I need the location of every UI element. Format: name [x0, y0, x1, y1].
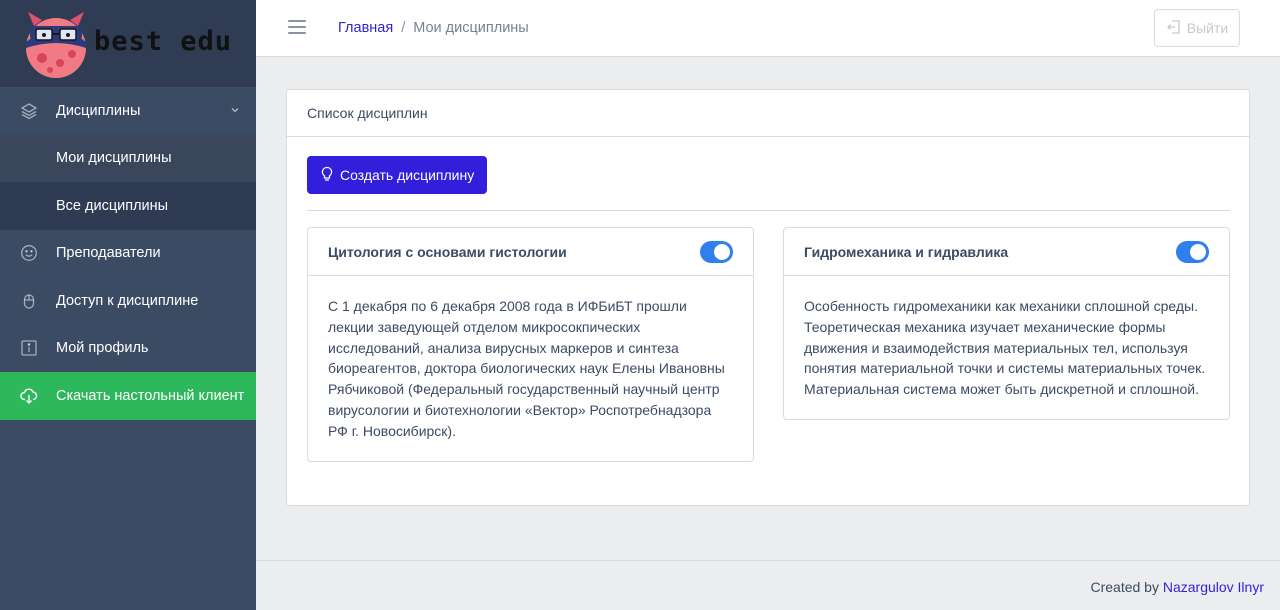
discipline-description: С 1 декабря по 6 декабря 2008 года в ИФБ…: [328, 298, 725, 439]
discipline-title: Цитология с основами гистологии: [308, 228, 753, 276]
sidebar-item-access[interactable]: Доступ к дисциплине: [0, 277, 256, 325]
cloud-download-icon: [20, 387, 38, 405]
sidebar-item-download-client[interactable]: Скачать настольный клиент: [0, 372, 256, 420]
logo-text: best edu: [94, 26, 233, 57]
sidebar-item-profile[interactable]: Мой профиль: [0, 325, 256, 373]
brand[interactable]: best edu: [0, 0, 256, 87]
logout-button[interactable]: Выйти: [1154, 9, 1240, 47]
logout-icon: [1166, 19, 1182, 38]
breadcrumb-current: Мои дисциплины: [413, 20, 529, 36]
discipline-enabled-toggle[interactable]: [1176, 241, 1209, 263]
discipline-card[interactable]: Гидромеханика и гидравлика Особенность г…: [783, 227, 1230, 420]
sidebar-item-label: Доступ к дисциплине: [56, 292, 199, 309]
lightbulb-icon: [320, 166, 334, 185]
breadcrumb: Главная / Мои дисциплины: [338, 20, 529, 36]
mascot-logo-icon: [26, 12, 86, 78]
sidebar-item-label: Мой профиль: [56, 340, 149, 357]
menu-toggle-icon[interactable]: [288, 20, 306, 34]
author-link[interactable]: Nazargulov Ilnyr: [1163, 579, 1264, 595]
sidebar-item-my-disciplines[interactable]: Мои дисциплины: [0, 134, 256, 182]
sidebar-item-label: Преподаватели: [56, 245, 161, 262]
footer-prefix: Created by: [1090, 579, 1159, 595]
disciplines-card: Список дисциплин Создать дисциплину Цито…: [286, 89, 1250, 506]
sidebar-item-label: Мои дисциплины: [56, 150, 172, 167]
sidebar: best edu Дисциплины Мои дисциплины Все д…: [0, 0, 256, 610]
breadcrumb-separator: /: [401, 20, 406, 36]
sidebar-item-disciplines[interactable]: Дисциплины: [0, 87, 256, 135]
mouse-icon: [20, 292, 38, 310]
sidebar-item-teachers[interactable]: Преподаватели: [0, 230, 256, 278]
discipline-title-text: Гидромеханика и гидравлика: [804, 243, 1009, 260]
divider: [307, 210, 1230, 211]
create-discipline-label: Создать дисциплину: [340, 167, 475, 183]
sidebar-item-label: Дисциплины: [56, 102, 141, 119]
card-title: Список дисциплин: [287, 90, 1249, 137]
sidebar-item-label: Скачать настольный клиент: [56, 387, 245, 404]
create-discipline-button[interactable]: Создать дисциплину: [307, 156, 488, 194]
logout-label: Выйти: [1186, 20, 1229, 36]
header: Главная / Мои дисциплины Выйти: [256, 0, 1280, 57]
discipline-description: Особенность гидромеханики как механики с…: [804, 298, 1206, 398]
info-icon: [20, 339, 38, 357]
discipline-card[interactable]: Цитология с основами гистологии С 1 дека…: [307, 227, 754, 462]
chevron-down-icon: [230, 103, 240, 119]
footer-credit: Created by Nazargulov Ilnyr: [1090, 579, 1264, 595]
discipline-title: Гидромеханика и гидравлика: [784, 228, 1229, 276]
discipline-enabled-toggle[interactable]: [700, 241, 733, 263]
breadcrumb-home-link[interactable]: Главная: [338, 20, 393, 36]
layers-icon: [20, 102, 38, 120]
discipline-title-text: Цитология с основами гистологии: [328, 243, 567, 260]
smile-icon: [20, 244, 38, 262]
sidebar-item-all-disciplines[interactable]: Все дисциплины: [0, 182, 256, 230]
footer: Created by Nazargulov Ilnyr: [256, 560, 1280, 610]
sidebar-item-label: Все дисциплины: [56, 197, 169, 214]
